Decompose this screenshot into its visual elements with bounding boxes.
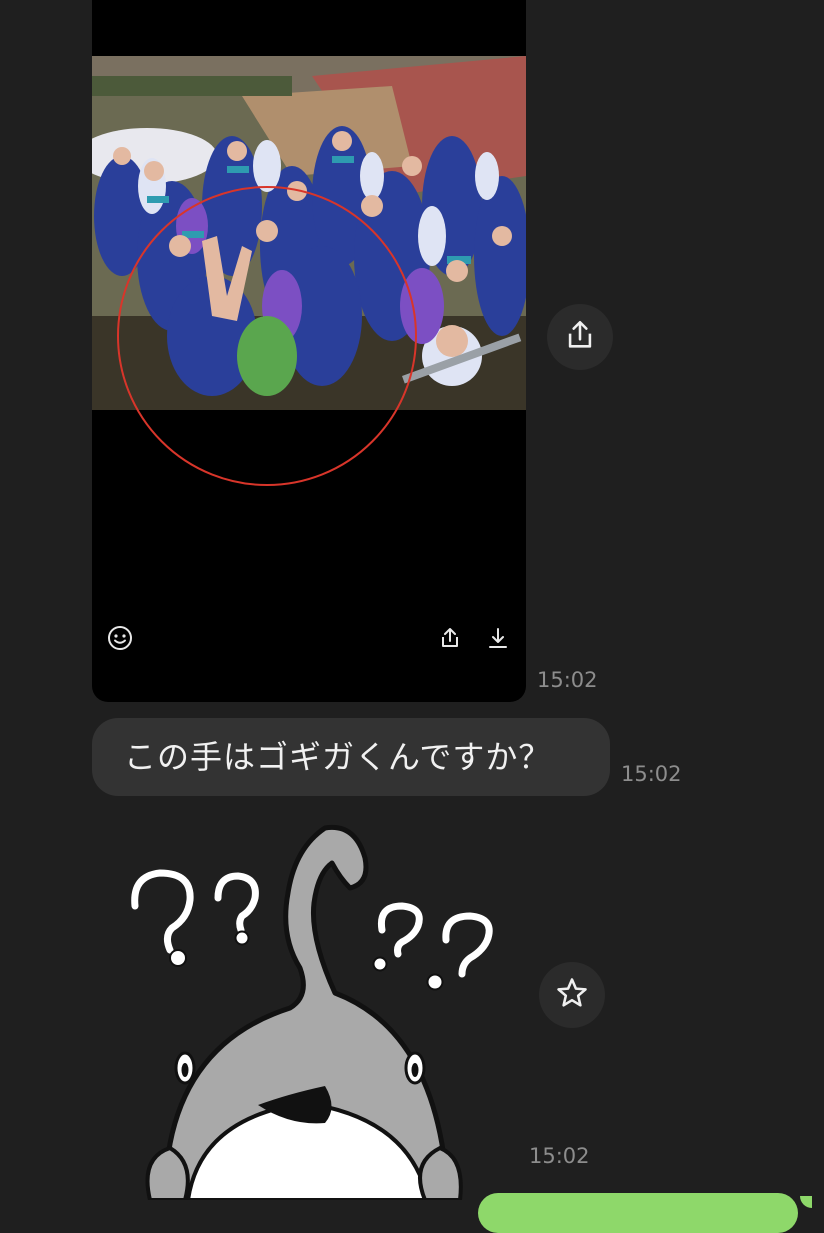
outgoing-message-bubble[interactable] (478, 1193, 798, 1233)
text-message-bubble[interactable]: この手はゴギガくんですか？ (92, 718, 610, 796)
share-button[interactable] (547, 304, 613, 370)
timestamp: 15:02 (537, 668, 598, 692)
bubble-tail (800, 1196, 812, 1208)
sticker-message[interactable] (110, 818, 520, 1203)
timestamp: 15:02 (621, 762, 682, 786)
share-icon[interactable] (435, 623, 465, 653)
smiley-icon[interactable] (105, 623, 135, 653)
highlight-circle (117, 186, 417, 486)
favorite-button[interactable] (539, 962, 605, 1028)
share-icon (563, 318, 597, 357)
image-message[interactable] (92, 0, 526, 702)
timestamp: 15:02 (529, 1144, 590, 1168)
download-icon[interactable] (483, 623, 513, 653)
star-icon (554, 975, 590, 1016)
